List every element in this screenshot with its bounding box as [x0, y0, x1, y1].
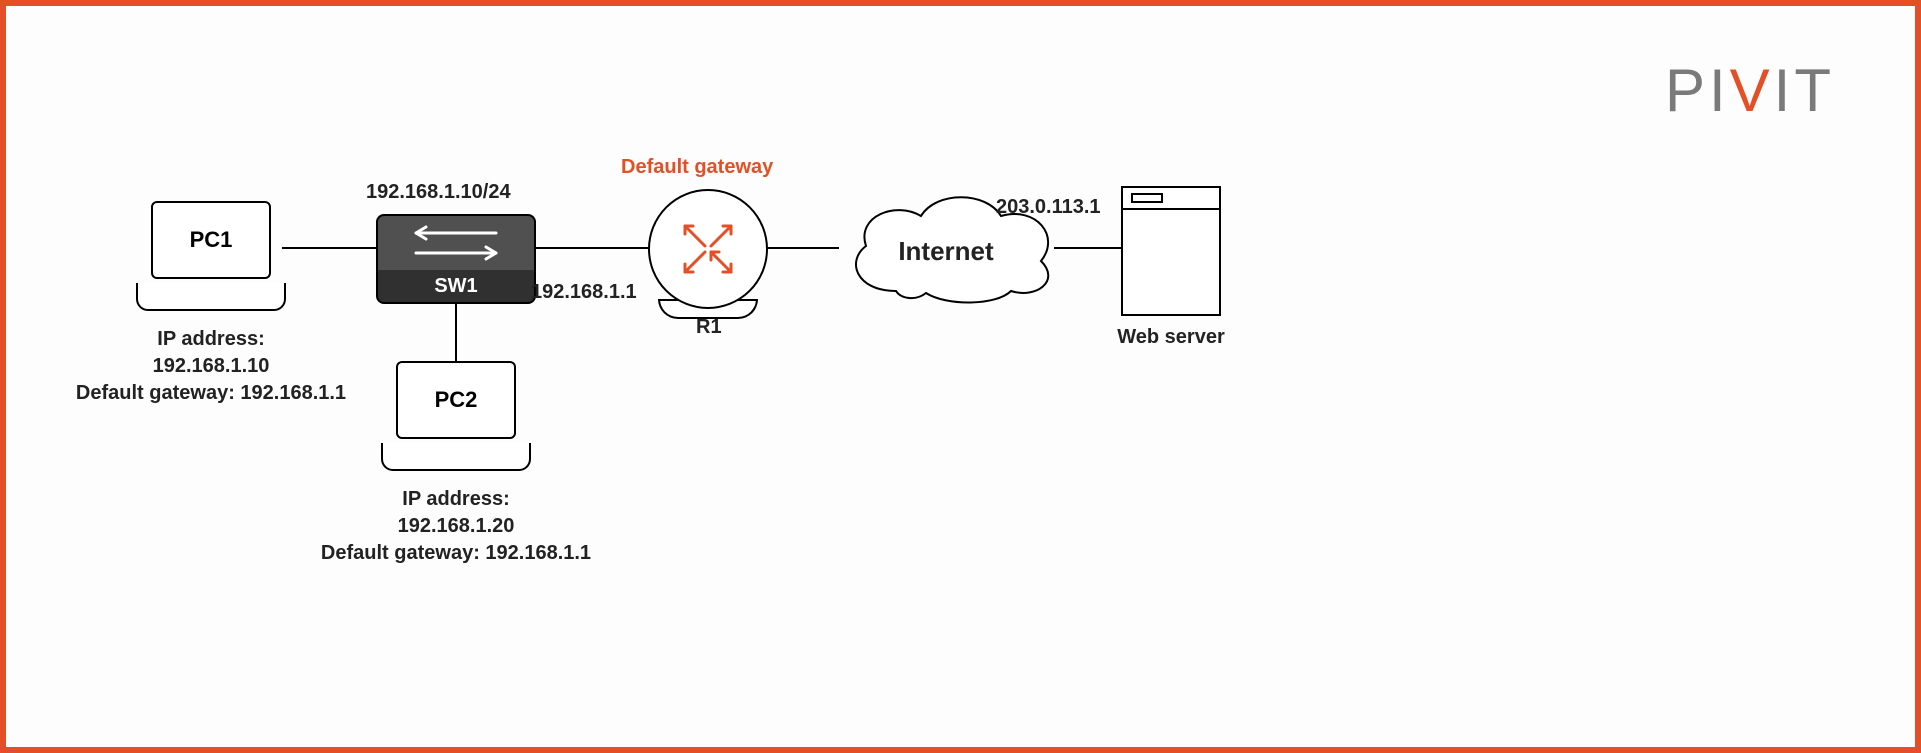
- r1-title: Default gateway: [621, 156, 773, 179]
- server-slot-icon: [1131, 193, 1163, 203]
- sw1-top: [376, 214, 536, 272]
- r1-device: [648, 189, 768, 309]
- server-ip: 203.0.113.1: [996, 196, 1101, 219]
- sw1-bottom: SW1: [376, 270, 536, 304]
- link-sw1-r1: [532, 247, 652, 249]
- pc1-details: IP address: 192.168.1.10 Default gateway…: [51, 326, 371, 407]
- pc2-base: [381, 443, 531, 471]
- logo-v: V: [1730, 57, 1774, 124]
- sw1-device: SW1: [376, 214, 536, 304]
- diagram-frame: PIVIT PC1 IP address: 192.168.1.10 Defau…: [0, 0, 1921, 753]
- server-name: Web server: [1091, 326, 1251, 349]
- link-pc1-sw1: [282, 247, 382, 249]
- sw1-label: SW1: [434, 275, 477, 298]
- logo-p: P: [1665, 57, 1709, 124]
- logo-i1: I: [1709, 57, 1730, 124]
- link-sw1-pc2: [455, 302, 457, 362]
- pc1-base: [136, 283, 286, 311]
- router-arrows-icon: [673, 214, 743, 284]
- pc1-device: PC1: [136, 201, 286, 311]
- pc1-label: PC1: [190, 227, 233, 253]
- pc2-device: PC2: [381, 361, 531, 471]
- logo-t: T: [1794, 57, 1835, 124]
- logo-i2: I: [1774, 57, 1795, 124]
- brand-logo: PIVIT: [1665, 56, 1835, 125]
- r1-lan-ip: 192.168.1.1: [531, 281, 637, 304]
- pc2-details: IP address: 192.168.1.20 Default gateway…: [296, 486, 616, 567]
- sw1-subnet: 192.168.1.10/24: [366, 181, 511, 204]
- pc2-screen: PC2: [396, 361, 516, 439]
- r1-name: R1: [696, 316, 722, 339]
- r1-circle: [648, 189, 768, 309]
- pc1-screen: PC1: [151, 201, 271, 279]
- pc2-label: PC2: [435, 387, 478, 413]
- server-device: [1121, 186, 1221, 316]
- switch-arrows-icon: [401, 223, 511, 263]
